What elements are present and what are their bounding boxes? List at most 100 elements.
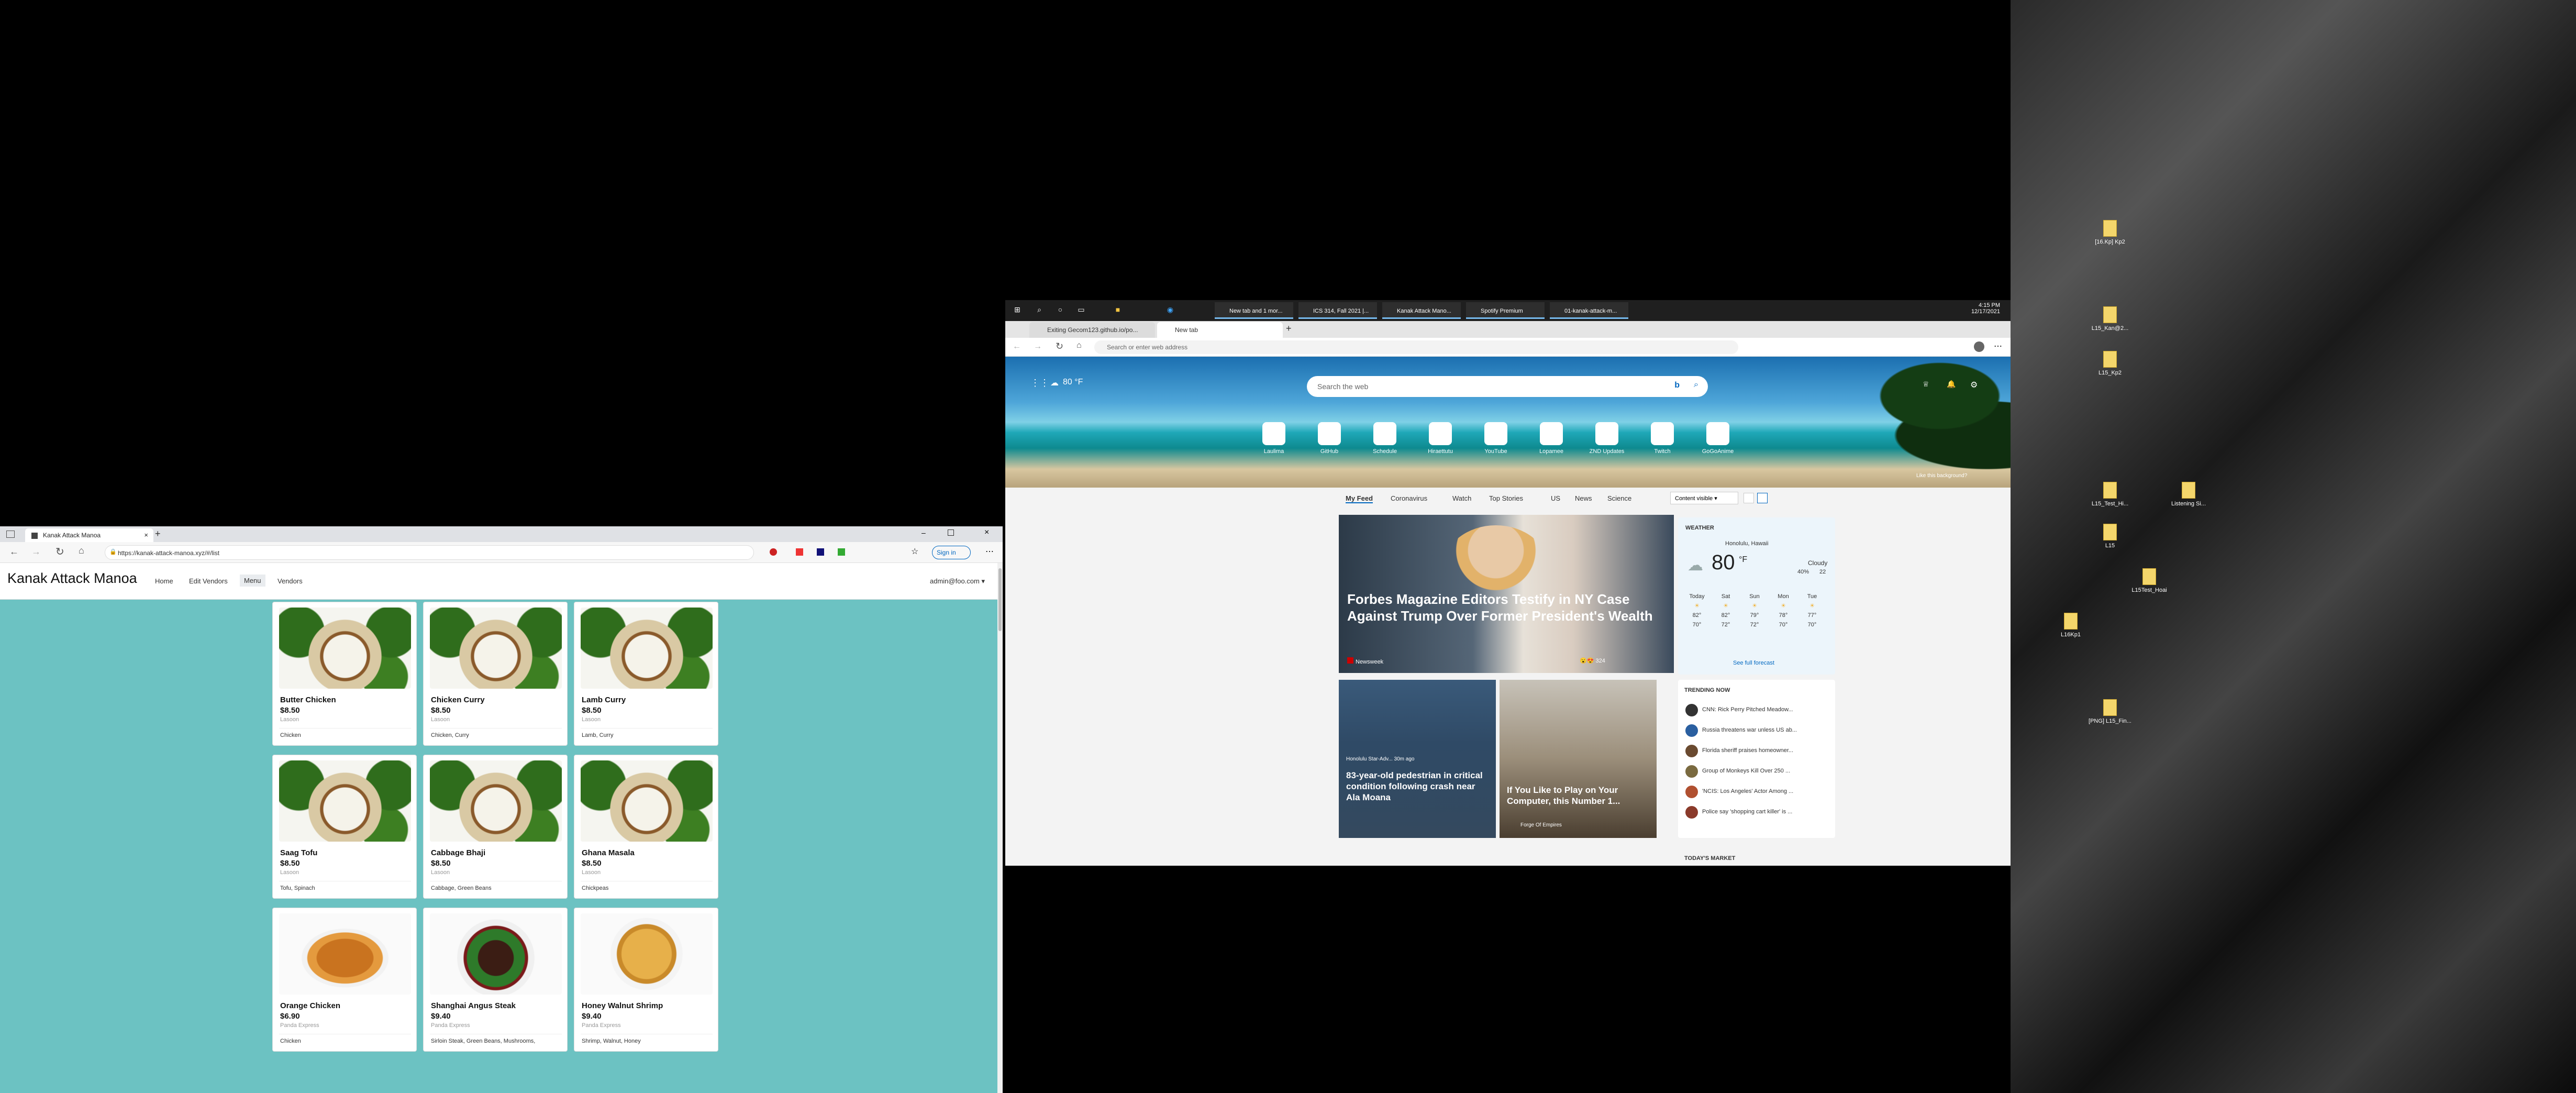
nav-menu[interactable]: Menu: [240, 575, 265, 587]
cortana-icon[interactable]: ○: [1056, 305, 1065, 315]
desktop-file-icon[interactable]: L15_Kp2: [2081, 351, 2139, 376]
favorites-icon[interactable]: ☆: [911, 546, 918, 557]
edge-icon[interactable]: ◉: [1165, 305, 1175, 315]
story-card[interactable]: Honolulu Star-Adv... 30m ago 83-year-old…: [1339, 680, 1496, 838]
settings-icon[interactable]: ⚙: [1970, 380, 1978, 390]
desktop-file-icon[interactable]: Listening Si...: [2160, 482, 2217, 507]
desktop-file-icon[interactable]: L15Test_Hoai: [2120, 568, 2178, 593]
forward-icon[interactable]: →: [1034, 342, 1042, 351]
quick-link[interactable]: GitHub: [1311, 422, 1348, 455]
feed-tab[interactable]: Watch: [1452, 494, 1471, 502]
back-icon[interactable]: ←: [1013, 342, 1021, 351]
sign-in-button[interactable]: Sign in: [932, 546, 971, 559]
taskbar-app[interactable]: 01-kanak-attack-m...: [1550, 302, 1628, 319]
tab-github[interactable]: Exiting Gecom123.github.io/po...: [1029, 322, 1155, 338]
new-tab-button[interactable]: +: [155, 528, 161, 539]
background-credit[interactable]: Like this background?: [1916, 473, 1967, 479]
brand-logo[interactable]: Kanak Attack Manoa: [7, 570, 137, 587]
notifications-icon[interactable]: 🔔: [1947, 380, 1956, 389]
tab-new-tab[interactable]: New tab: [1157, 322, 1283, 338]
feed-tab[interactable]: Top Stories: [1489, 494, 1523, 502]
url-field[interactable]: 🔒 https://kanak-attack-manoa.xyz/#/list: [105, 545, 754, 560]
feed-tab[interactable]: US: [1551, 494, 1560, 502]
address-input[interactable]: Search or enter web address: [1094, 340, 1738, 354]
story-card[interactable]: If You Like to Play on Your Computer, th…: [1500, 680, 1657, 838]
home-icon[interactable]: ⌂: [79, 545, 84, 556]
back-icon[interactable]: ←: [9, 546, 19, 557]
full-forecast-link[interactable]: See full forecast: [1733, 660, 1774, 666]
weather-temp[interactable]: 80 °F: [1063, 378, 1083, 387]
main-story-card[interactable]: Forbes Magazine Editors Testify in NY Ca…: [1339, 515, 1674, 673]
rewards-icon[interactable]: ♕: [1923, 380, 1929, 389]
close-window-icon[interactable]: ×: [984, 528, 989, 537]
nav-edit-vendors[interactable]: Edit Vendors: [189, 577, 228, 585]
trending-item[interactable]: 'NCIS: Los Angeles' Actor Among ...: [1683, 782, 1830, 800]
web-search-input[interactable]: Search the web b ⌕: [1307, 376, 1708, 397]
menu-item-card[interactable]: Orange Chicken $6.90 Panda Express Chicken: [272, 908, 417, 1052]
refresh-icon[interactable]: ↻: [55, 545, 64, 558]
taskbar-app[interactable]: Kanak Attack Mano...: [1382, 302, 1461, 319]
trending-item[interactable]: Russia threatens war unless US ab...: [1683, 721, 1830, 739]
feed-tab[interactable]: My Feed: [1346, 494, 1373, 503]
trending-item[interactable]: Police say 'shopping cart killer' is ...: [1683, 803, 1830, 821]
grid-view-icon[interactable]: [1744, 493, 1754, 503]
user-menu[interactable]: admin@foo.com ▾: [930, 577, 985, 586]
quick-link[interactable]: YouTube: [1478, 422, 1514, 455]
trending-item[interactable]: Florida sheriff praises homeowner...: [1683, 742, 1830, 759]
quick-link[interactable]: Twitch: [1644, 422, 1681, 455]
menu-item-card[interactable]: Butter Chicken $8.50 Lasoon Chicken: [272, 602, 417, 746]
search-icon[interactable]: ⌕: [1035, 305, 1044, 315]
new-tab-button[interactable]: +: [1286, 323, 1292, 334]
more-icon[interactable]: ⋯: [1994, 341, 2002, 351]
menu-item-card[interactable]: Cabbage Bhaji $8.50 Lasoon Cabbage, Green B…: [423, 755, 568, 899]
quick-link[interactable]: GoGoAnime: [1700, 422, 1736, 455]
apps-grid-icon[interactable]: ⋮⋮: [1030, 378, 1049, 389]
minimize-icon[interactable]: –: [921, 528, 926, 537]
feed-tab[interactable]: Coronavirus: [1391, 494, 1427, 502]
extension-icon[interactable]: [796, 548, 803, 556]
home-icon[interactable]: ⌂: [1076, 341, 1082, 350]
story-headline[interactable]: 83-year-old pedestrian in critical condi…: [1346, 770, 1487, 803]
close-tab-icon[interactable]: ×: [144, 531, 148, 539]
task-view-icon[interactable]: ▭: [1076, 305, 1086, 315]
forecast-day[interactable]: Sun ☀ 79° 72°: [1743, 592, 1766, 630]
desktop-file-icon[interactable]: [16.Kp] Kp2: [2081, 220, 2139, 245]
market-header[interactable]: TODAY'S MARKET: [1684, 855, 1735, 862]
forecast-day[interactable]: Today ☀ 82° 70°: [1685, 592, 1708, 630]
quick-link[interactable]: Laulima: [1256, 422, 1292, 455]
trending-item[interactable]: CNN: Rick Perry Pitched Meadow...: [1683, 701, 1830, 719]
forecast-day[interactable]: Tue ☀ 77° 70°: [1801, 592, 1824, 630]
scrollbar[interactable]: [997, 563, 1003, 1093]
forecast-day[interactable]: Mon ☀ 78° 70°: [1772, 592, 1795, 630]
weather-card[interactable]: WEATHER Honolulu, Hawaii ☁ 80 °F Cloudy …: [1678, 517, 1835, 675]
menu-item-card[interactable]: Lamb Curry $8.50 Lasoon Lamb, Curry: [574, 602, 718, 746]
content-visible-select[interactable]: Content visible ▾: [1670, 492, 1738, 504]
reaction-count[interactable]: 😮😍 324: [1580, 657, 1605, 664]
taskbar-app[interactable]: New tab and 1 mor...: [1215, 302, 1293, 319]
system-tray[interactable]: 4:15 PM 12/17/2021: [1927, 302, 2000, 315]
weather-location[interactable]: Honolulu, Hawaii: [1725, 540, 1769, 547]
extension-icon[interactable]: [770, 548, 777, 556]
quick-link[interactable]: Lopamee: [1533, 422, 1570, 455]
forward-icon[interactable]: →: [31, 546, 41, 557]
desktop-file-icon[interactable]: L15_Kan@2...: [2081, 306, 2139, 332]
desktop-file-icon[interactable]: L16Kp1: [2042, 613, 2100, 638]
taskbar-app[interactable]: ICS 314, Fall 2021 |...: [1298, 302, 1377, 319]
story-headline[interactable]: If You Like to Play on Your Computer, th…: [1507, 785, 1648, 807]
windows-start-icon[interactable]: ⊞: [1013, 305, 1022, 315]
maximize-icon[interactable]: [948, 529, 954, 536]
refresh-icon[interactable]: ↻: [1056, 341, 1063, 352]
nav-vendors[interactable]: Vendors: [277, 577, 303, 585]
story-headline[interactable]: Forbes Magazine Editors Testify in NY Ca…: [1347, 591, 1661, 624]
tab-kanak-attack[interactable]: Kanak Attack Manoa ×: [25, 528, 153, 542]
file-explorer-icon[interactable]: ■: [1113, 305, 1123, 315]
search-icon[interactable]: ⌕: [1694, 380, 1698, 390]
bing-icon[interactable]: b: [1674, 381, 1680, 390]
nav-home[interactable]: Home: [155, 577, 173, 585]
more-icon[interactable]: ⋯: [985, 546, 994, 557]
taskbar-app[interactable]: Spotify Premium: [1466, 302, 1545, 319]
extension-icon[interactable]: [817, 548, 824, 556]
list-view-icon[interactable]: [1757, 493, 1768, 503]
profile-icon[interactable]: [1974, 341, 1984, 352]
trending-item[interactable]: Group of Monkeys Kill Over 250 ...: [1683, 762, 1830, 780]
